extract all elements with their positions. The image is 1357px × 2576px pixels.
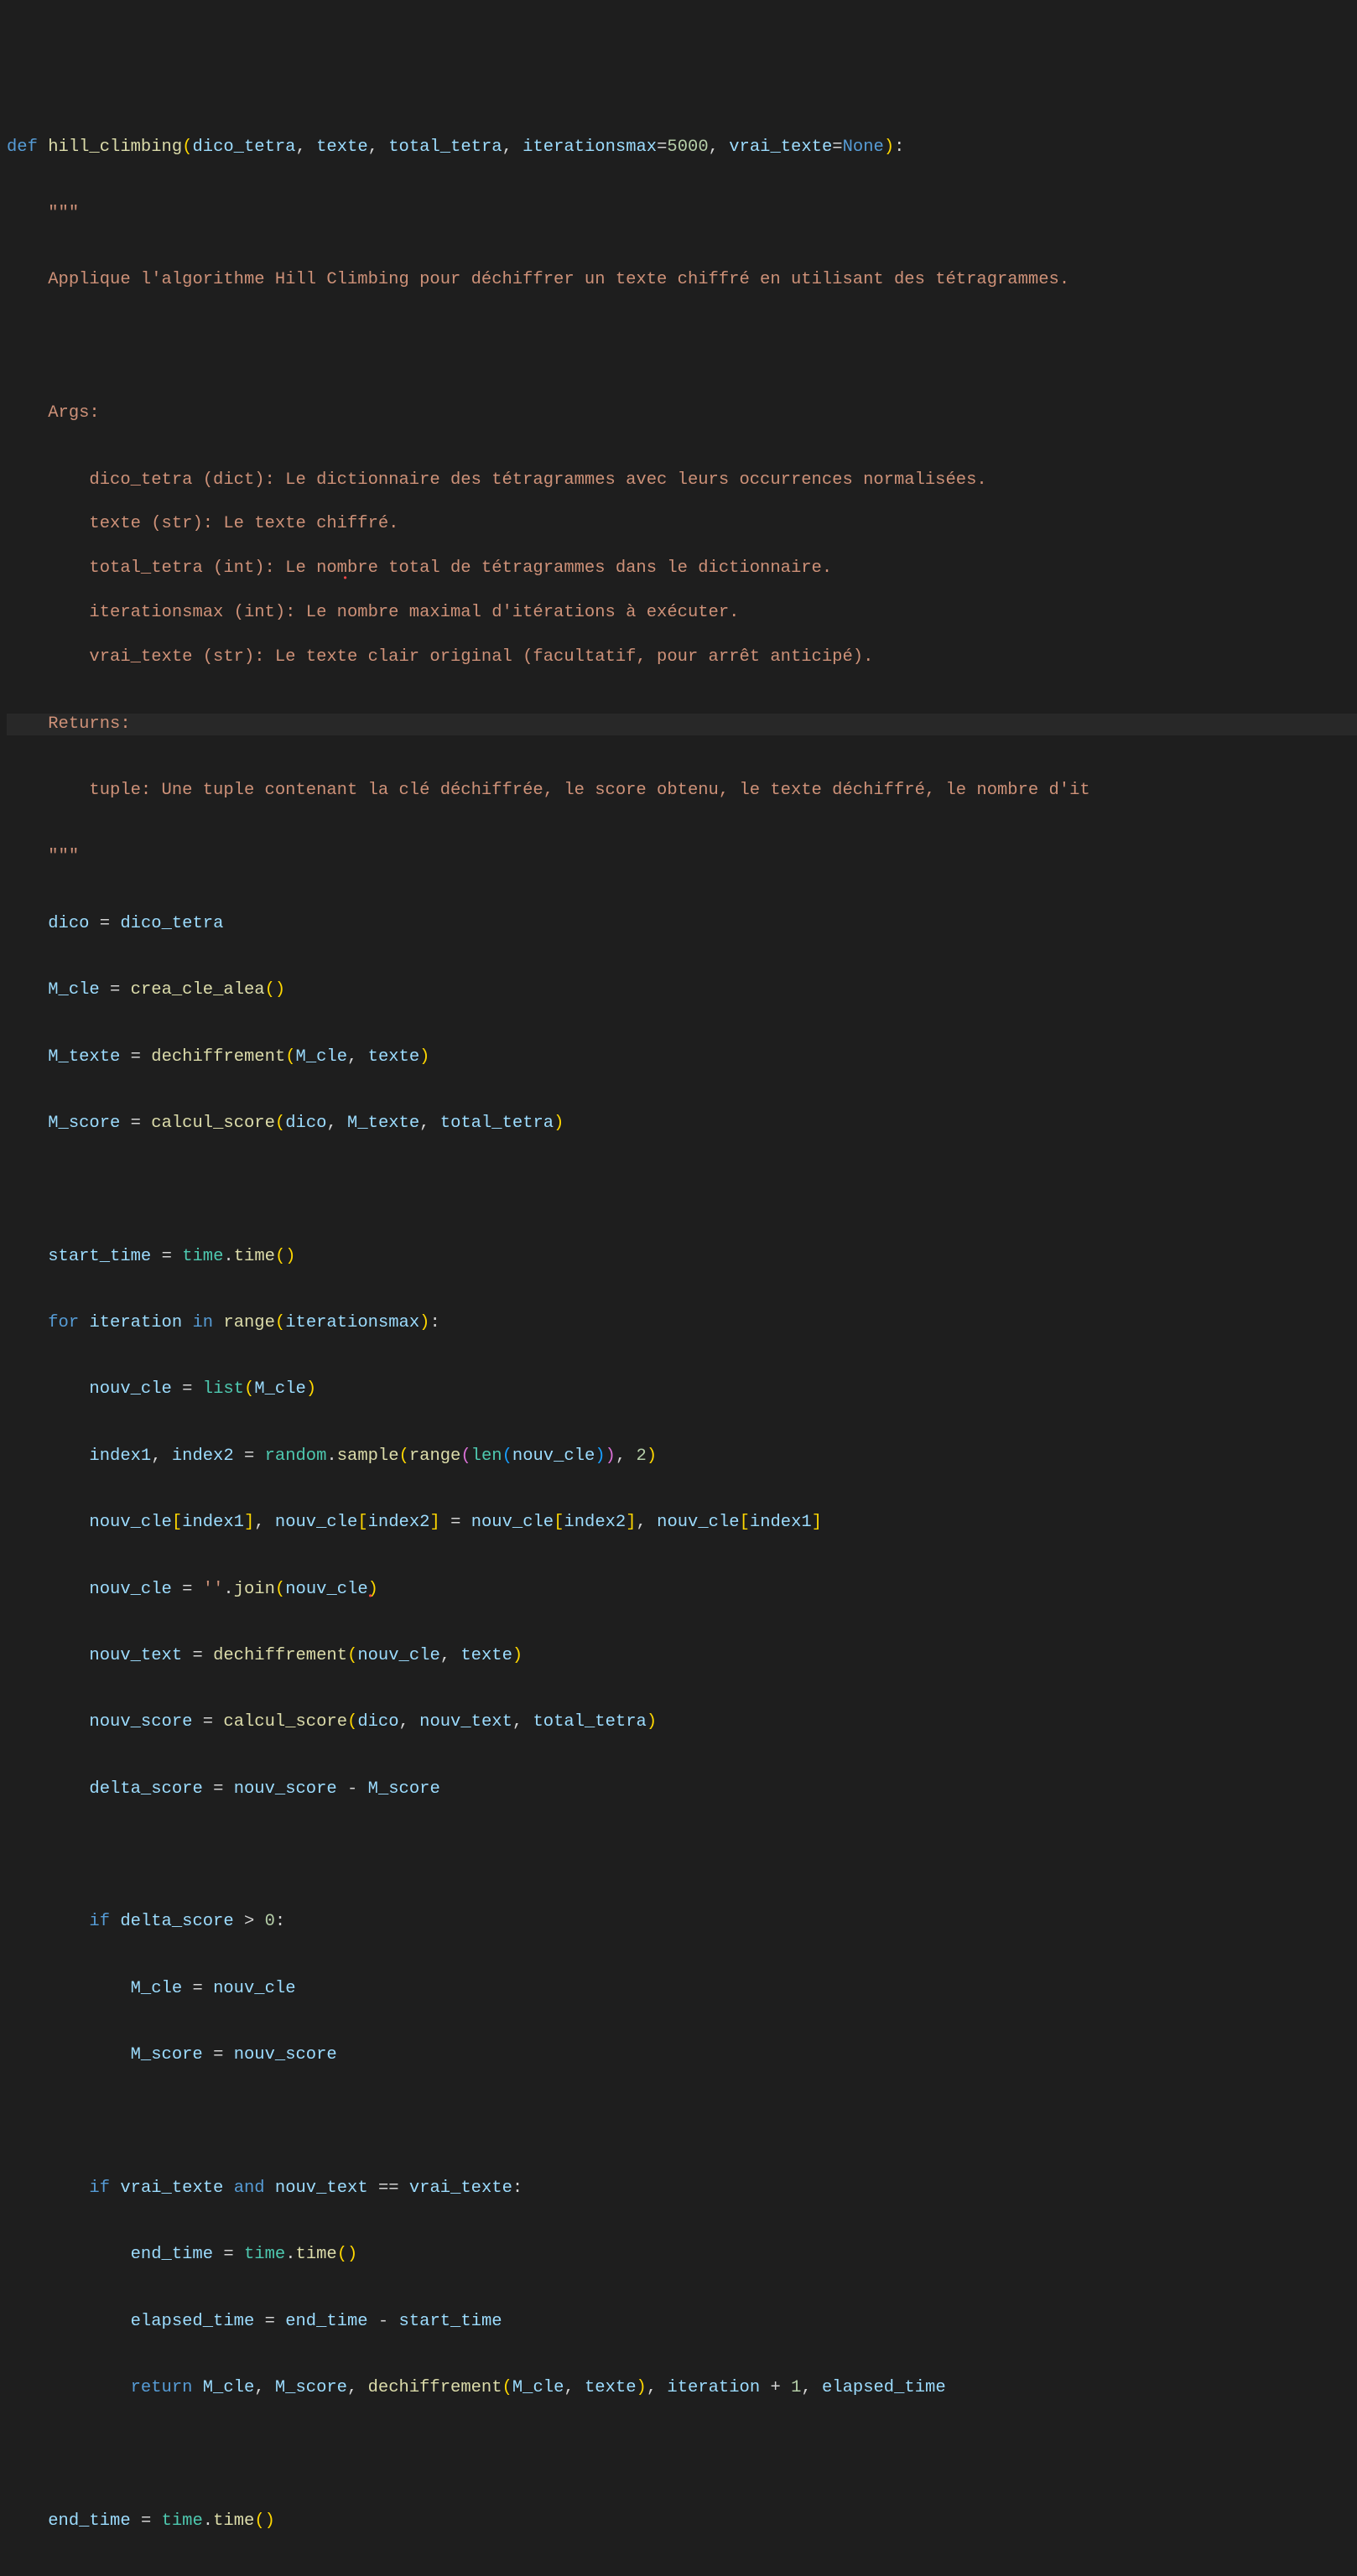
code-line[interactable]: M_score = calcul_score(dico, M_texte, to… xyxy=(7,1113,1357,1135)
code-line[interactable]: texte (str): Le texte chiffré. xyxy=(7,513,1357,536)
code-line[interactable]: nouv_cle[index1], nouv_cle[index2] = nou… xyxy=(7,1512,1357,1535)
function-name: hill_climbing xyxy=(48,138,182,157)
code-line[interactable]: iterationsmax (int): Le nombre maximal d… xyxy=(7,602,1357,625)
code-line[interactable]: delta_score = nouv_score - M_score xyxy=(7,1779,1357,1801)
code-line[interactable]: """ xyxy=(7,846,1357,869)
code-line[interactable]: dico_tetra (dict): Le dictionnaire des t… xyxy=(7,470,1357,492)
code-line[interactable]: vrai_texte (str): Le texte clair origina… xyxy=(7,647,1357,669)
code-line[interactable]: tuple: Une tuple contenant la clé déchif… xyxy=(7,780,1357,802)
code-line[interactable] xyxy=(7,1179,1357,1202)
docstring-returns-label: Returns: xyxy=(48,714,130,734)
keyword-def: def xyxy=(7,138,38,157)
code-line[interactable]: index1, index2 = random.sample(range(len… xyxy=(7,1446,1357,1468)
code-line[interactable]: total_tetra (int): Le nombre total de té… xyxy=(7,558,1357,580)
code-line[interactable]: Applique l'algorithme Hill Climbing pour… xyxy=(7,269,1357,292)
code-line[interactable]: """ xyxy=(7,203,1357,226)
code-line[interactable]: M_cle = nouv_cle xyxy=(7,1978,1357,2001)
code-line[interactable]: start_time = time.time() xyxy=(7,1246,1357,1269)
code-line[interactable] xyxy=(7,2111,1357,2134)
code-line[interactable]: return M_cle, M_score, dechiffrement(M_c… xyxy=(7,2377,1357,2400)
code-line-highlighted[interactable]: Returns: xyxy=(7,714,1357,736)
code-line[interactable]: M_texte = dechiffrement(M_cle, texte) xyxy=(7,1046,1357,1069)
code-line[interactable]: end_time = time.time() xyxy=(7,2244,1357,2267)
code-line[interactable]: if delta_score > 0: xyxy=(7,1911,1357,1934)
code-line[interactable] xyxy=(7,2444,1357,2466)
code-line[interactable] xyxy=(7,336,1357,359)
code-line[interactable]: nouv_cle = ''.join(nouv_cle)• xyxy=(7,1579,1357,1602)
code-line[interactable]: nouv_score = calcul_score(dico, nouv_tex… xyxy=(7,1711,1357,1734)
code-line[interactable]: M_score = nouv_score xyxy=(7,2044,1357,2067)
docstring-close: """ xyxy=(48,847,79,866)
code-line[interactable]: if vrai_texte and nouv_text == vrai_text… xyxy=(7,2178,1357,2200)
docstring-args-label: Args: xyxy=(48,403,100,423)
docstring-desc: Applique l'algorithme Hill Climbing pour… xyxy=(48,270,1069,289)
code-line[interactable]: end_time = time.time() xyxy=(7,2511,1357,2533)
code-line[interactable]: nouv_cle = list(M_cle) xyxy=(7,1379,1357,1401)
code-line[interactable]: dico = dico_tetra xyxy=(7,913,1357,936)
error-marker-icon: • xyxy=(367,1591,373,1603)
docstring-open: """ xyxy=(48,204,79,223)
code-line[interactable]: Args: xyxy=(7,402,1357,425)
code-line[interactable]: M_cle = crea_cle_alea() xyxy=(7,979,1357,1002)
code-line[interactable]: def hill_climbing(dico_tetra, texte, tot… xyxy=(7,137,1357,159)
code-line[interactable]: nouv_text = dechiffrement(nouv_cle, text… xyxy=(7,1645,1357,1668)
code-line[interactable]: elapsed_time = end_time - start_time xyxy=(7,2311,1357,2334)
code-line[interactable]: for iteration in range(iterationsmax): xyxy=(7,1312,1357,1335)
code-line[interactable] xyxy=(7,1845,1357,1867)
error-marker-icon: • xyxy=(342,573,348,585)
code-editor[interactable]: def hill_climbing(dico_tetra, texte, tot… xyxy=(0,89,1357,2576)
